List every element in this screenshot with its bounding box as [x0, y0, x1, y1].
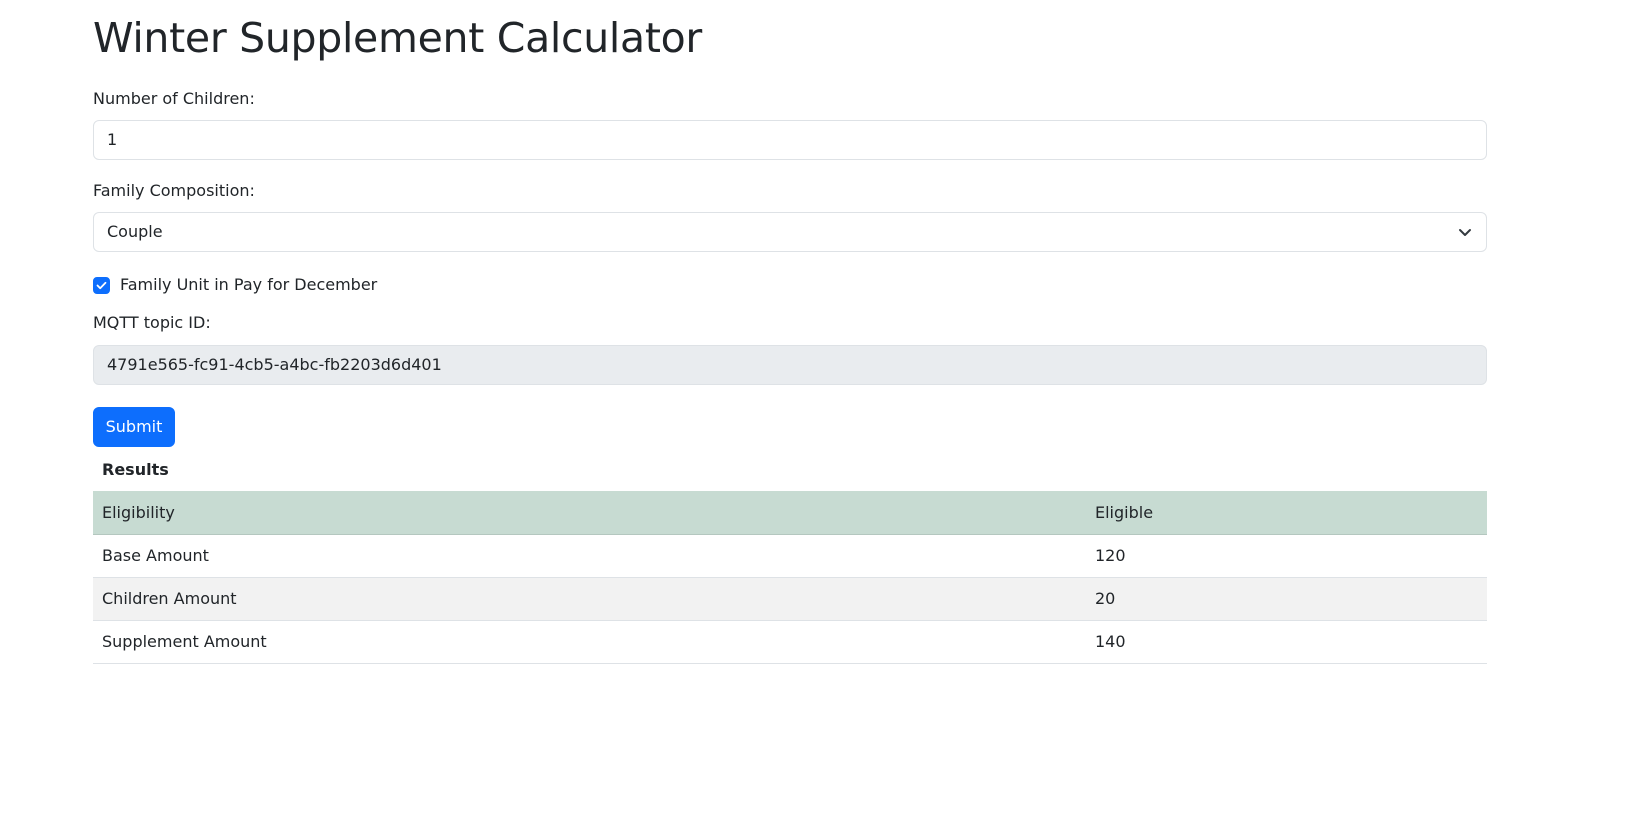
row-label: Base Amount	[93, 534, 1086, 578]
chevron-down-icon	[1459, 229, 1471, 236]
table-row: Eligibility Eligible	[93, 491, 1487, 535]
row-label: Eligibility	[93, 491, 1086, 535]
children-input[interactable]: 1	[93, 120, 1487, 160]
results-table: Eligibility Eligible Base Amount 120 Chi…	[93, 491, 1487, 664]
composition-label: Family Composition:	[93, 181, 255, 200]
composition-select[interactable]: Couple	[93, 212, 1487, 252]
row-value: 120	[1086, 534, 1487, 578]
mqtt-topic-field: 4791e565-fc91-4cb5-a4bc-fb2203d6d401	[93, 345, 1487, 385]
results-heading: Results	[102, 460, 169, 479]
row-label: Supplement Amount	[93, 620, 1086, 664]
table-row: Base Amount 120	[93, 534, 1487, 578]
table-row: Children Amount 20	[93, 577, 1487, 621]
mqtt-label: MQTT topic ID:	[93, 313, 211, 332]
table-row: Supplement Amount 140	[93, 620, 1487, 664]
pay-for-december-row: Family Unit in Pay for December	[93, 274, 377, 296]
children-value: 1	[107, 130, 118, 149]
pay-for-december-checkbox[interactable]	[93, 276, 110, 294]
composition-value: Couple	[107, 222, 163, 241]
row-value: 20	[1086, 577, 1487, 621]
row-label: Children Amount	[93, 577, 1086, 621]
page-title: Winter Supplement Calculator	[93, 14, 702, 62]
submit-button[interactable]: Submit	[93, 407, 175, 447]
row-value: Eligible	[1086, 491, 1487, 535]
children-label: Number of Children:	[93, 89, 255, 108]
pay-for-december-label[interactable]: Family Unit in Pay for December	[120, 274, 377, 296]
row-value: 140	[1086, 620, 1487, 664]
checkmark-icon	[96, 281, 107, 289]
mqtt-topic-value: 4791e565-fc91-4cb5-a4bc-fb2203d6d401	[107, 355, 442, 374]
